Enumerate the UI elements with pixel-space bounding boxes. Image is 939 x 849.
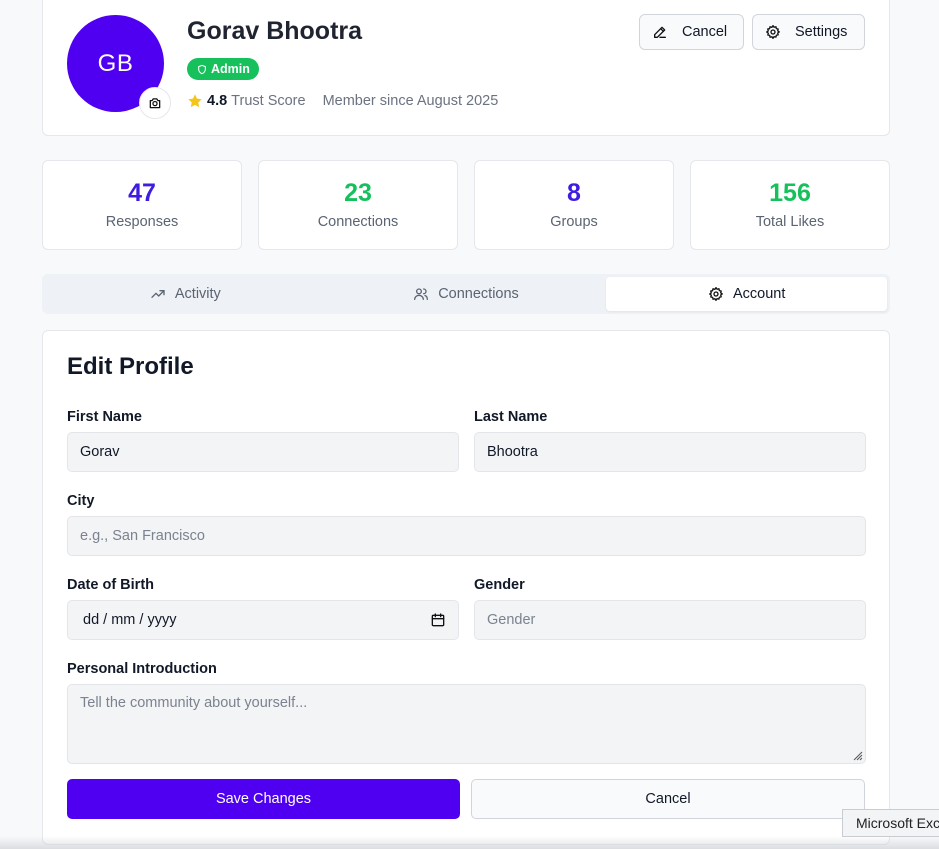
- gender-placeholder: Gender: [487, 612, 536, 628]
- cancel-label: Cancel: [645, 791, 691, 807]
- city-placeholder: e.g., San Francisco: [80, 528, 205, 544]
- dob-label: Date of Birth: [67, 577, 154, 593]
- save-changes-label: Save Changes: [215, 791, 312, 807]
- gear-icon: [708, 286, 724, 302]
- trending-up-icon: [150, 286, 166, 302]
- stat-card-total-likes: 156 Total Likes: [690, 160, 890, 250]
- settings-label: Settings: [795, 24, 848, 40]
- profile-header-card: GB Gorav Bhootra Admin 4.8 Trust Score M…: [42, 0, 890, 136]
- users-icon: [413, 286, 429, 302]
- settings-button[interactable]: Settings: [752, 14, 865, 50]
- trust-score-label: Trust Score: [231, 93, 306, 109]
- star-icon: [187, 93, 203, 109]
- tab-account-label: Account: [732, 286, 786, 302]
- last-name-value: Bhootra: [487, 444, 538, 460]
- stat-card-responses: 47 Responses: [42, 160, 242, 250]
- camera-icon: [148, 96, 162, 110]
- first-name-value: Gorav: [80, 444, 120, 460]
- edit-profile-form: Edit Profile First Name Gorav Last Name …: [42, 330, 890, 845]
- stat-label: Responses: [105, 214, 179, 230]
- stat-label: Total Likes: [755, 214, 825, 230]
- dob-field[interactable]: dd / mm / yyyy: [67, 600, 459, 640]
- first-name-label: First Name: [67, 409, 142, 425]
- pencil-icon: [652, 24, 668, 40]
- gender-field[interactable]: Gender: [474, 600, 866, 640]
- avatar-initials: GB: [97, 49, 134, 77]
- cancel-button[interactable]: Cancel: [471, 779, 865, 819]
- stat-card-groups: 8 Groups: [474, 160, 674, 250]
- cancel-edit-button[interactable]: Cancel: [639, 14, 744, 50]
- stat-value: 156: [769, 179, 811, 207]
- stat-value: 47: [128, 179, 156, 207]
- change-photo-button[interactable]: [139, 87, 171, 119]
- calendar-icon[interactable]: [430, 612, 446, 628]
- dob-placeholder: dd / mm / yyyy: [83, 612, 177, 628]
- stat-label: Connections: [317, 214, 399, 230]
- city-field[interactable]: e.g., San Francisco: [67, 516, 866, 556]
- city-label: City: [67, 493, 95, 509]
- tab-activity[interactable]: Activity: [45, 277, 326, 311]
- stat-value: 23: [344, 179, 372, 207]
- stat-card-connections: 23 Connections: [258, 160, 458, 250]
- taskbar-tooltip: Microsoft Exc: [842, 809, 939, 837]
- cancel-edit-label: Cancel: [682, 24, 728, 40]
- profile-meta: 4.8 Trust Score Member since August 2025: [187, 93, 498, 109]
- stat-value: 8: [567, 179, 581, 207]
- member-since: Member since August 2025: [322, 93, 499, 109]
- tab-activity-label: Activity: [174, 286, 221, 302]
- intro-textarea[interactable]: Tell the community about yourself...: [67, 684, 866, 764]
- form-title: Edit Profile: [67, 353, 194, 380]
- intro-label: Personal Introduction: [67, 661, 217, 677]
- first-name-field[interactable]: Gorav: [67, 432, 459, 472]
- gender-label: Gender: [474, 577, 525, 593]
- profile-tabs: Activity Connections Account: [42, 274, 890, 314]
- tab-connections-label: Connections: [438, 286, 519, 302]
- profile-name: Gorav Bhootra: [187, 17, 363, 45]
- intro-placeholder: Tell the community about yourself...: [80, 695, 308, 711]
- trust-score-value: 4.8: [207, 93, 228, 109]
- last-name-label: Last Name: [474, 409, 548, 425]
- resize-handle-icon[interactable]: [853, 751, 863, 761]
- save-changes-button[interactable]: Save Changes: [67, 779, 460, 819]
- gear-icon: [765, 24, 781, 40]
- admin-badge-label: Admin: [211, 62, 250, 76]
- tab-connections[interactable]: Connections: [326, 277, 607, 311]
- shield-icon: [197, 64, 207, 75]
- tab-account[interactable]: Account: [606, 277, 888, 311]
- stat-label: Groups: [550, 214, 598, 230]
- last-name-field[interactable]: Bhootra: [474, 432, 866, 472]
- admin-badge: Admin: [187, 58, 259, 80]
- taskbar-fade: [0, 836, 939, 849]
